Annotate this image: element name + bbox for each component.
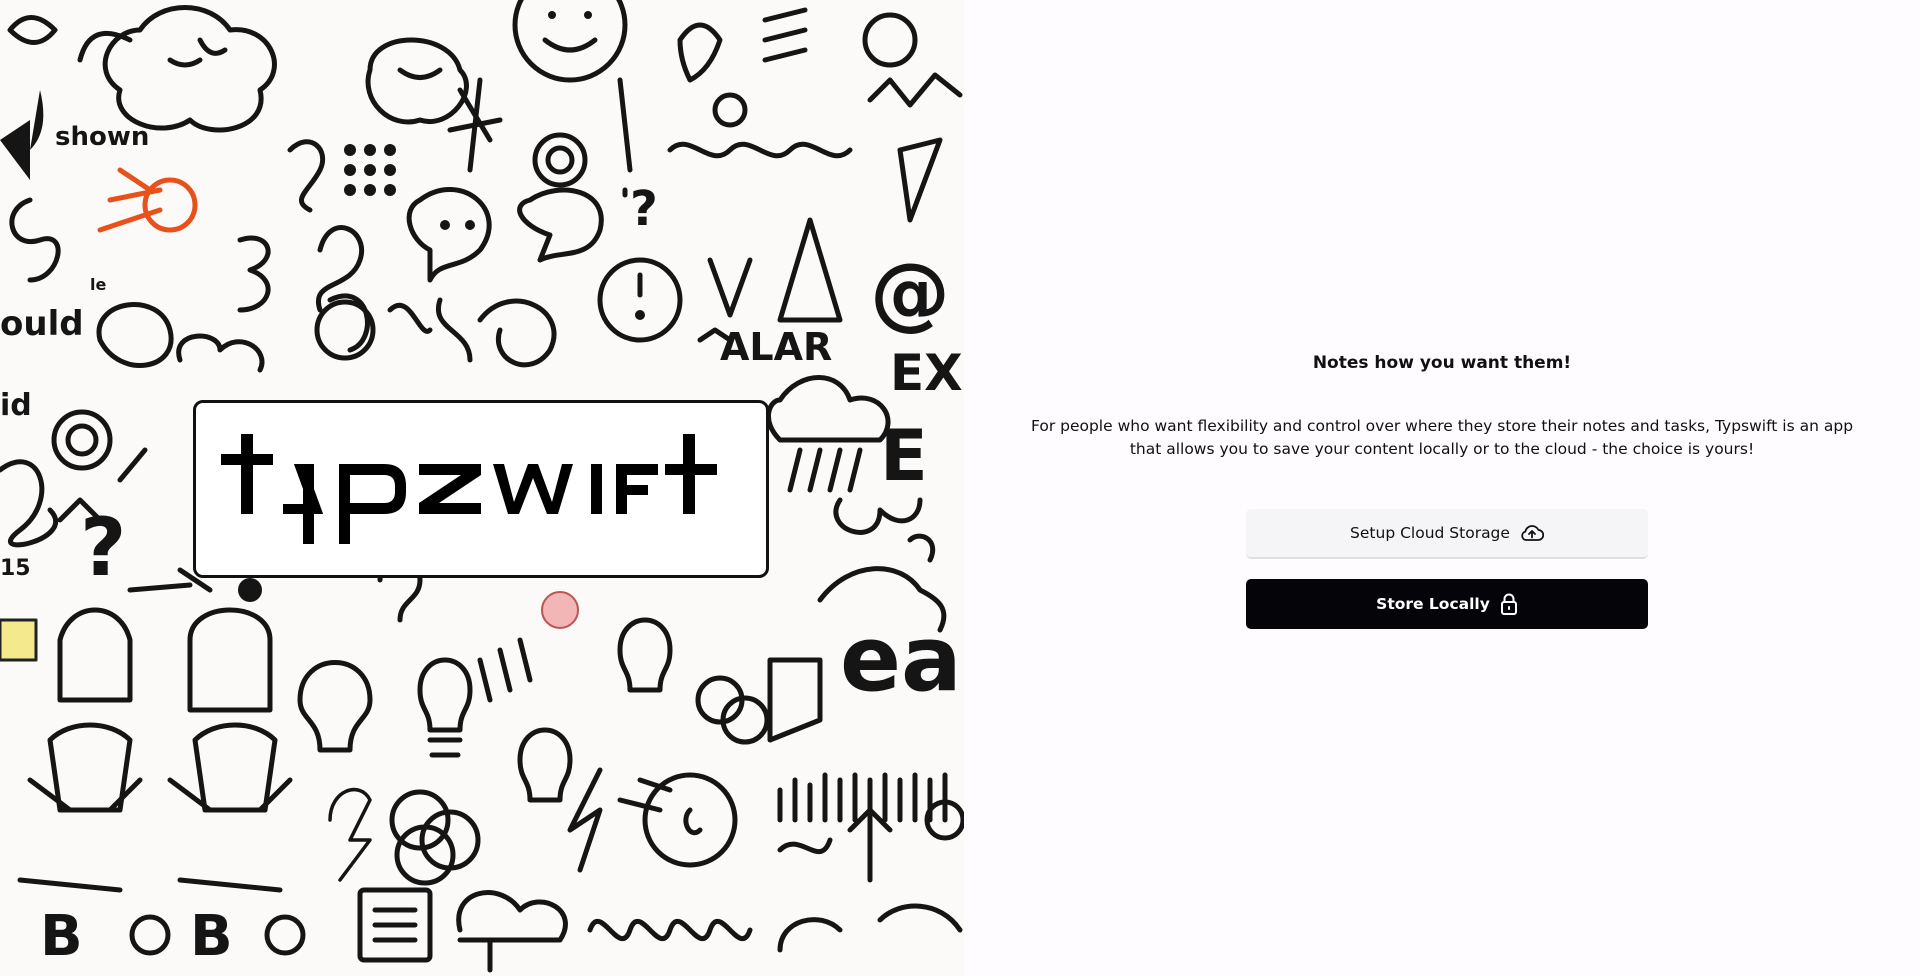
- svg-text:@: @: [870, 246, 950, 339]
- description: For people who want flexibility and cont…: [1030, 417, 1854, 458]
- svg-text:shown: shown: [55, 122, 149, 152]
- svg-text:ALAR: ALAR: [720, 325, 832, 369]
- svg-text:EXI: EXI: [890, 344, 964, 402]
- store-locally-button[interactable]: Store Locally: [1246, 579, 1648, 629]
- typswift-logo: [193, 400, 769, 578]
- svg-text:B: B: [190, 904, 233, 969]
- content-panel: Notes how you want them! For people who …: [964, 0, 1920, 976]
- setup-cloud-storage-button[interactable]: Setup Cloud Storage: [1246, 509, 1648, 559]
- svg-text:?: ?: [630, 181, 658, 237]
- svg-text:ea: ea: [840, 607, 962, 712]
- headline: Notes how you want them!: [1312, 353, 1572, 373]
- svg-text:15: 15: [0, 556, 31, 581]
- logo-wordmark: [221, 434, 717, 544]
- svg-text:id: id: [0, 388, 32, 423]
- svg-text:B: B: [40, 904, 83, 969]
- setup-cloud-storage-label: Setup Cloud Storage: [1350, 524, 1510, 542]
- svg-text:ould: ould: [0, 304, 84, 344]
- lock-icon: [1500, 593, 1518, 615]
- svg-text:?: ?: [80, 501, 126, 594]
- illustration-panel: shown ? @ ould le ALAR EX I: [0, 0, 964, 976]
- store-locally-label: Store Locally: [1376, 595, 1490, 613]
- svg-text:le: le: [90, 275, 106, 294]
- cloud-upload-icon: [1520, 524, 1544, 542]
- svg-text:E: E: [880, 415, 928, 497]
